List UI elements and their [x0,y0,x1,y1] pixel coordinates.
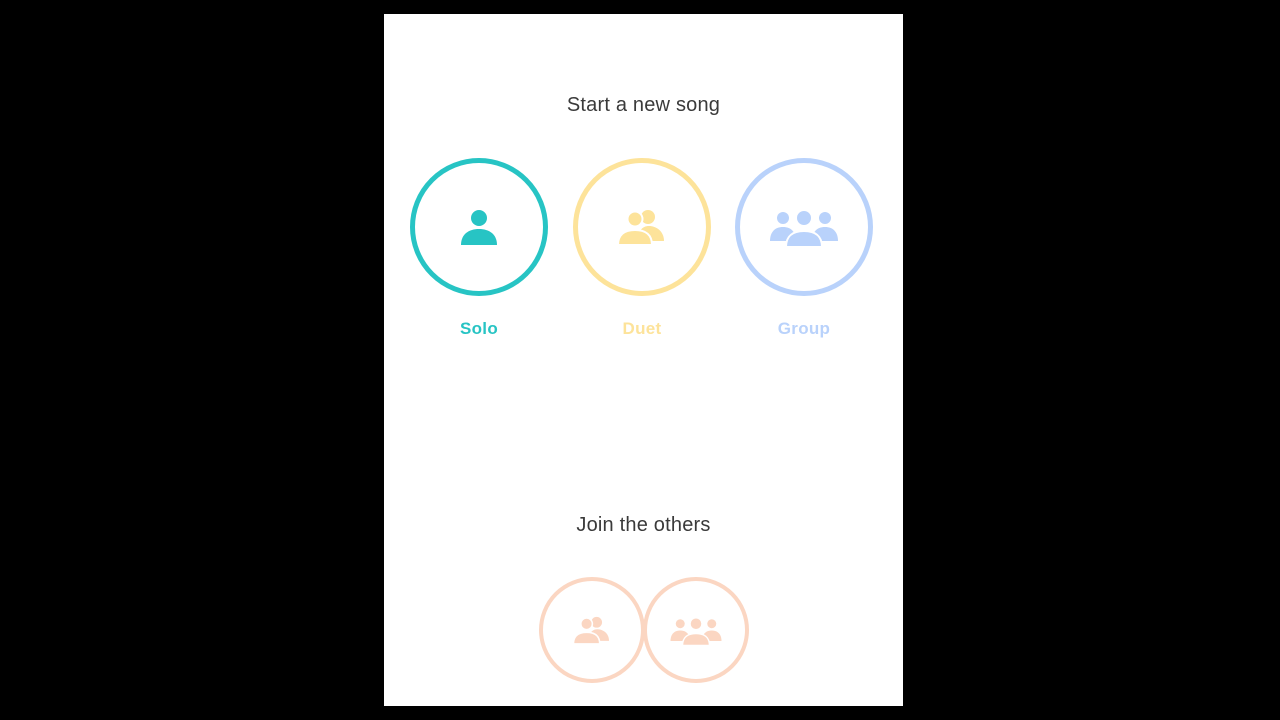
group-icon [770,209,838,248]
start-section-title: Start a new song [566,94,721,116]
group-mode-button[interactable]: Group [734,158,874,339]
group-ring[interactable] [735,158,873,296]
join-duet-icon [572,616,609,645]
join-duet-button[interactable] [539,577,645,683]
duet-label: Duet [622,319,662,338]
solo-mode-button[interactable]: Solo [409,158,549,339]
join-group-icon [670,616,722,646]
group-label: Group [777,319,831,338]
join-section-title: Join the others [576,514,711,536]
duet-mode-button[interactable]: Duet [572,158,712,339]
duet-ring[interactable] [573,158,711,296]
join-group-button[interactable] [643,577,749,683]
app-screen: Start a new song Solo Duet Group Join th… [384,14,903,706]
solo-label: Solo [459,319,499,338]
person-icon [461,210,497,245]
two-people-icon [616,210,664,246]
solo-ring[interactable] [410,158,548,296]
